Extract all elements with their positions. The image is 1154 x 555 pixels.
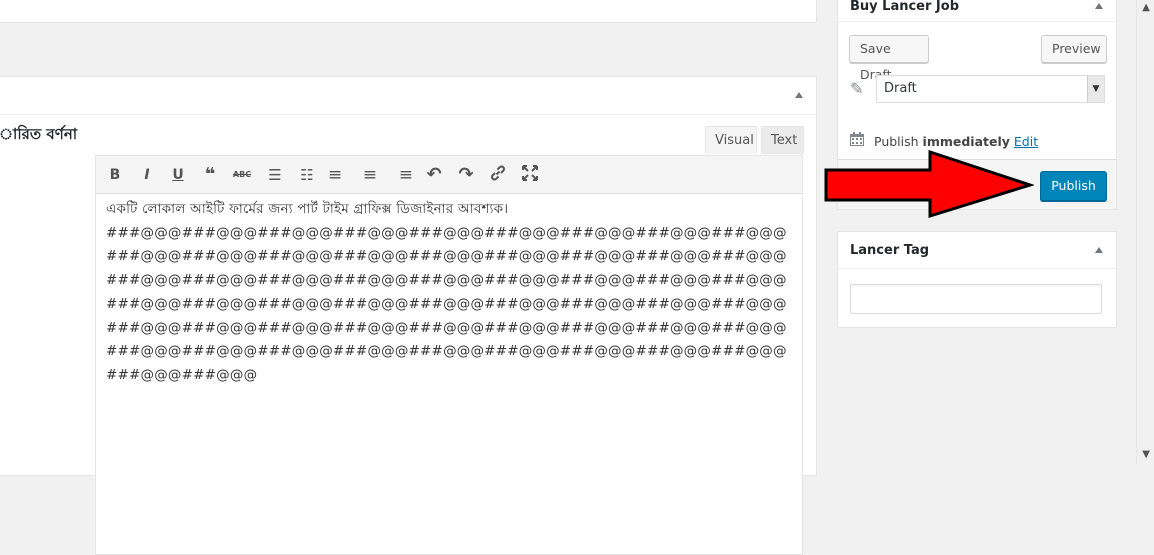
content-line: ###@@@###@@@###@@@###@@@###@@@###@@@###@… <box>106 272 787 289</box>
editor-content[interactable]: একটি লোকাল আইটি ফার্মের জন্য পার্ট টাইম … <box>106 198 796 388</box>
description-box: ারিত বর্ণনা Visual Text B I U ❝ ABC ☰ ☷ … <box>0 76 817 555</box>
link-icon[interactable] <box>487 164 509 186</box>
description-box-header[interactable] <box>0 77 816 115</box>
fullscreen-icon[interactable] <box>519 164 541 186</box>
tag-box: Lancer Tag <box>837 231 1117 328</box>
scroll-up-icon[interactable]: ▲ <box>1142 2 1150 13</box>
undo-icon[interactable]: ↶ <box>423 164 445 186</box>
italic-icon[interactable]: I <box>136 164 158 186</box>
align-left-icon[interactable]: ≡ <box>328 164 350 186</box>
tab-text[interactable]: Text <box>761 126 804 154</box>
publish-box-title: Buy Lancer Job <box>850 0 960 14</box>
editor-toolbar: B I U ❝ ABC ☰ ☷ ≡ ≡ ≡ ↶ ↷ <box>96 156 802 194</box>
blockquote-icon[interactable]: ❝ <box>199 164 221 186</box>
save-draft-button[interactable]: Save Draft <box>849 35 929 82</box>
chevron-down-icon[interactable]: ▼ <box>1087 76 1104 102</box>
divider <box>838 21 1116 22</box>
align-center-icon[interactable]: ≡ <box>359 164 381 186</box>
redo-icon[interactable]: ↷ <box>455 164 477 186</box>
collapse-arrow-icon[interactable] <box>1095 3 1103 9</box>
scroll-down-icon[interactable]: ▼ <box>1142 449 1150 460</box>
strikethrough-icon[interactable]: ABC <box>231 164 253 186</box>
status-select[interactable]: Draft ▼ <box>876 75 1105 103</box>
divider <box>838 268 1116 269</box>
tab-visual[interactable]: Visual <box>705 126 757 154</box>
pencil-icon: ✎ <box>850 79 864 98</box>
preview-button[interactable]: Preview <box>1041 35 1107 63</box>
title-box <box>0 0 817 23</box>
calendar-icon <box>850 132 864 146</box>
publish-time: Publish immediately Edit <box>874 134 1038 149</box>
content-line: ###@@@###@@@ <box>106 366 258 383</box>
bold-icon[interactable]: B <box>104 164 126 186</box>
content-line: ###@@@###@@@###@@@###@@@###@@@###@@@###@… <box>106 319 787 336</box>
description-title: ারিত বর্ণনা <box>0 125 78 143</box>
collapse-arrow-icon[interactable] <box>1095 247 1103 253</box>
content-line: ###@@@###@@@###@@@###@@@###@@@###@@@###@… <box>106 343 787 360</box>
status-select-value: Draft <box>884 81 917 96</box>
publish-time-value: immediately <box>922 134 1010 149</box>
numbered-list-icon[interactable]: ☷ <box>296 164 318 186</box>
red-arrow-annotation <box>824 150 1034 219</box>
tag-box-title: Lancer Tag <box>850 243 930 258</box>
rich-text-editor[interactable]: B I U ❝ ABC ☰ ☷ ≡ ≡ ≡ ↶ ↷ একটি লোকাল আইট… <box>95 155 803 555</box>
publish-time-label: Publish <box>874 134 919 149</box>
tag-input[interactable] <box>850 284 1102 314</box>
edit-publish-time-link[interactable]: Edit <box>1014 134 1038 149</box>
content-line: একটি লোকাল আইটি ফার্মের জন্য পার্ট টাইম … <box>106 201 509 217</box>
content-line: ###@@@###@@@###@@@###@@@###@@@###@@@###@… <box>106 224 787 241</box>
publish-button[interactable]: Publish <box>1040 171 1107 201</box>
content-line: ###@@@###@@@###@@@###@@@###@@@###@@@###@… <box>106 295 787 312</box>
bullet-list-icon[interactable]: ☰ <box>264 164 286 186</box>
align-right-icon[interactable]: ≡ <box>391 164 413 186</box>
collapse-arrow-icon[interactable] <box>795 92 803 98</box>
page-scrollbar[interactable]: ▲ ▼ <box>1136 0 1154 464</box>
content-line: ###@@@###@@@###@@@###@@@###@@@###@@@###@… <box>106 248 787 265</box>
underline-icon[interactable]: U <box>167 164 189 186</box>
